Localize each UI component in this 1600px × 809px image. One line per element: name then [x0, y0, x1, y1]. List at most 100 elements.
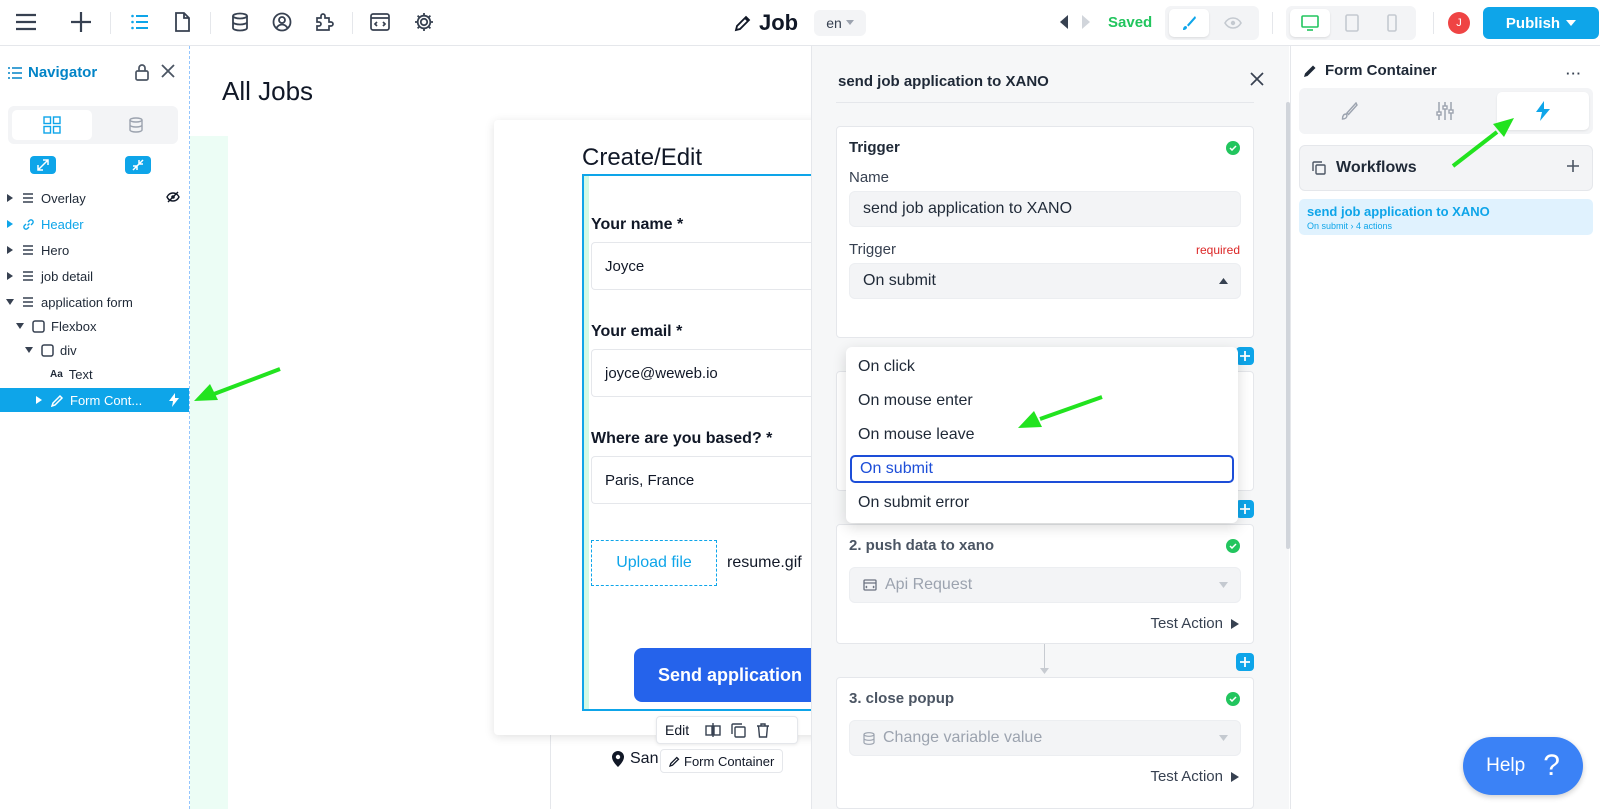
- trash-icon[interactable]: [756, 722, 770, 738]
- dropdown-option-on-mouse-enter[interactable]: On mouse enter: [850, 387, 1234, 415]
- properties-title: Form Container: [1303, 62, 1437, 79]
- wrap-icon[interactable]: [705, 722, 721, 738]
- collapse-all-button[interactable]: [125, 156, 151, 174]
- box-icon: [31, 319, 45, 333]
- menu-icon[interactable]: [14, 10, 38, 34]
- tree-item-header[interactable]: Header: [0, 212, 189, 236]
- chevron-down-icon: [1219, 735, 1228, 741]
- play-icon: [1231, 771, 1239, 782]
- action-type-select[interactable]: Api Request: [849, 567, 1241, 603]
- element-tag[interactable]: Form Container: [660, 749, 784, 773]
- tree-item-job-detail[interactable]: job detail: [0, 264, 189, 288]
- tree-item-application-form[interactable]: application form: [0, 290, 189, 314]
- brush-icon: [1341, 102, 1358, 120]
- navigator-tabs: [8, 106, 178, 144]
- more-icon[interactable]: ···: [1566, 66, 1582, 81]
- avatar[interactable]: J: [1448, 12, 1470, 34]
- tab-settings[interactable]: [1399, 92, 1491, 130]
- caret-down-icon[interactable]: [5, 297, 15, 307]
- upload-file-button[interactable]: Upload file: [591, 540, 717, 586]
- tree-item-hero[interactable]: Hero: [0, 238, 189, 262]
- undo-icon[interactable]: [1052, 10, 1076, 34]
- caret-right-icon[interactable]: [5, 219, 15, 229]
- edit-button[interactable]: Edit: [665, 722, 689, 738]
- dropdown-option-on-submit[interactable]: On submit: [850, 455, 1234, 483]
- code-icon[interactable]: [368, 10, 392, 34]
- publish-button[interactable]: Publish: [1483, 7, 1599, 39]
- tree-item-div[interactable]: div: [0, 338, 189, 362]
- preview-mode-button[interactable]: [1213, 9, 1253, 37]
- email-field-label: Your email *: [591, 323, 683, 340]
- chevron-down-icon: [1219, 582, 1228, 588]
- close-icon[interactable]: [160, 63, 176, 79]
- pencil-icon: [669, 756, 680, 767]
- send-application-button[interactable]: Send application: [634, 648, 826, 702]
- database-icon[interactable]: [228, 10, 252, 34]
- dropdown-option-on-submit-error[interactable]: On submit error: [850, 489, 1234, 517]
- add-action-button[interactable]: [1236, 500, 1254, 518]
- gear-icon[interactable]: [412, 10, 436, 34]
- application-modal: Create/Edit Your name * Joyce Your email…: [494, 120, 826, 735]
- caret-down-icon[interactable]: [24, 345, 34, 355]
- add-action-button[interactable]: [1236, 347, 1254, 365]
- dropdown-option-on-mouse-leave[interactable]: On mouse leave: [850, 421, 1234, 449]
- add-action-button[interactable]: [1236, 653, 1254, 671]
- form-container[interactable]: Your name * Joyce Your email * joyce@wew…: [582, 174, 826, 711]
- name-field[interactable]: Joyce: [591, 242, 826, 290]
- expand-all-button[interactable]: [30, 156, 56, 174]
- tab-workflows[interactable]: [1497, 92, 1589, 130]
- tree-item-flexbox[interactable]: Flexbox: [0, 314, 189, 338]
- eye-off-icon[interactable]: [166, 191, 180, 203]
- dropdown-option-on-click[interactable]: On click: [850, 353, 1234, 381]
- language-value: en: [826, 15, 842, 31]
- trigger-select[interactable]: On submit: [849, 263, 1241, 299]
- workflow-name-input[interactable]: send job application to XANO: [849, 191, 1241, 227]
- name-label: Name: [849, 169, 890, 186]
- redo-icon[interactable]: [1074, 10, 1098, 34]
- action-type-value: Api Request: [885, 576, 973, 593]
- desktop-view-button[interactable]: [1290, 9, 1330, 37]
- test-action-button[interactable]: Test Action: [1150, 768, 1239, 785]
- tab-data[interactable]: [96, 110, 176, 140]
- page-icon[interactable]: [170, 10, 194, 34]
- collapse-icon: [132, 159, 144, 171]
- plugin-icon[interactable]: [312, 10, 336, 34]
- properties-title-label: Form Container: [1325, 62, 1437, 79]
- lock-icon[interactable]: [135, 63, 149, 81]
- caret-right-icon[interactable]: [5, 245, 15, 255]
- publish-label: Publish: [1505, 14, 1561, 32]
- pencil-icon: [1304, 65, 1316, 77]
- pencil-icon: [734, 15, 751, 32]
- workflow-title: send job application to XANO: [838, 73, 1049, 90]
- workflow-panel: send job application to XANO Trigger Nam…: [811, 46, 1290, 809]
- tree-item-label: Form Cont...: [70, 392, 143, 408]
- test-action-button[interactable]: Test Action: [1150, 615, 1239, 632]
- location-field[interactable]: Paris, France: [591, 456, 826, 504]
- caret-right-icon[interactable]: [34, 395, 44, 405]
- caret-right-icon[interactable]: [5, 271, 15, 281]
- tablet-view-button[interactable]: [1332, 9, 1372, 37]
- grid-icon: [43, 116, 61, 134]
- user-circle-icon[interactable]: [270, 10, 294, 34]
- language-select[interactable]: en: [814, 10, 866, 36]
- duplicate-icon[interactable]: [731, 722, 746, 738]
- caret-right-icon[interactable]: [5, 193, 15, 203]
- mobile-view-button[interactable]: [1372, 9, 1412, 37]
- page-title-group[interactable]: Job: [733, 8, 798, 38]
- workflow-list-item[interactable]: send job application to XANO On submit ›…: [1299, 199, 1593, 235]
- add-icon[interactable]: [69, 10, 93, 34]
- tab-layers[interactable]: [12, 110, 92, 140]
- help-button[interactable]: Help ?: [1463, 737, 1583, 795]
- tree-item-overlay[interactable]: Overlay: [0, 186, 189, 210]
- edit-mode-button[interactable]: [1169, 9, 1209, 37]
- tree-item-text[interactable]: Aa Text: [0, 362, 189, 386]
- close-icon[interactable]: [1250, 72, 1264, 86]
- list-icon[interactable]: [128, 10, 152, 34]
- action-type-select[interactable]: Change variable value: [849, 720, 1241, 756]
- api-icon: [863, 579, 877, 591]
- tab-style[interactable]: [1303, 92, 1395, 130]
- add-workflow-icon[interactable]: [1566, 159, 1580, 173]
- tree-item-form-container[interactable]: Form Cont...: [0, 388, 189, 412]
- caret-down-icon[interactable]: [15, 321, 25, 331]
- email-field[interactable]: joyce@weweb.io: [591, 349, 826, 397]
